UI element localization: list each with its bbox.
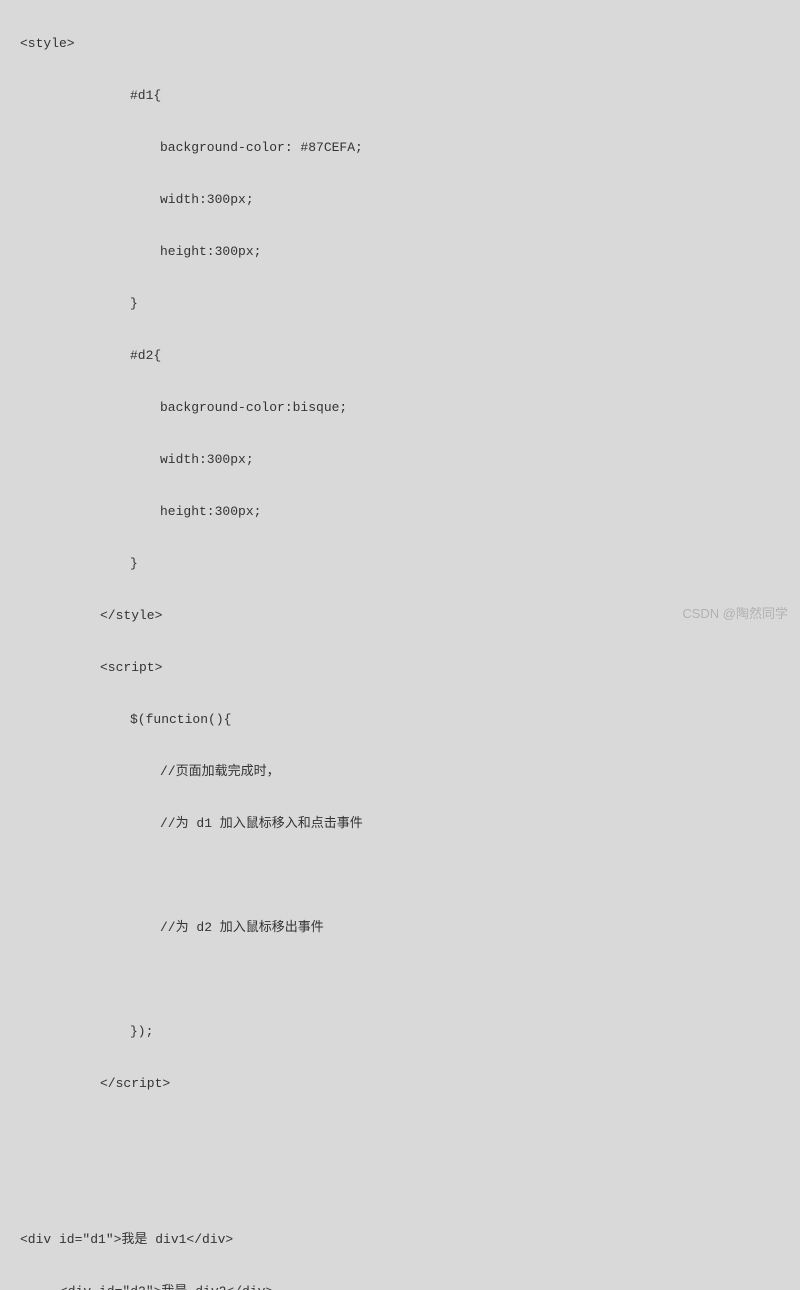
code-line: }); <box>0 1019 800 1045</box>
code-line: <div id="d1">我是 div1</div> <box>0 1227 800 1253</box>
code-line: background-color:bisque; <box>0 395 800 421</box>
watermark: CSDN @陶然同学 <box>682 601 788 627</box>
code-line: <script> <box>0 655 800 681</box>
code-line: height:300px; <box>0 239 800 265</box>
code-line: height:300px; <box>0 499 800 525</box>
code-comment: //页面加载完成时， <box>0 759 800 785</box>
code-comment: //为 d2 加入鼠标移出事件 <box>0 915 800 941</box>
blank-line <box>0 863 800 889</box>
code-line: </script> <box>0 1071 800 1097</box>
code-line: $(function(){ <box>0 707 800 733</box>
code-line: </style> <box>0 603 800 629</box>
code-comment: //为 d1 加入鼠标移入和点击事件 <box>0 811 800 837</box>
blank-line <box>0 967 800 993</box>
code-block: <style> #d1{ background-color: #87CEFA; … <box>0 0 800 1290</box>
code-line: } <box>0 291 800 317</box>
code-line: width:300px; <box>0 187 800 213</box>
code-line: } <box>0 551 800 577</box>
code-line: #d1{ <box>0 83 800 109</box>
code-line: <div id="d2">我是 div2</div> <box>0 1279 800 1290</box>
code-line: background-color: #87CEFA; <box>0 135 800 161</box>
code-line: width:300px; <box>0 447 800 473</box>
blank-line <box>0 1123 800 1149</box>
code-line: #d2{ <box>0 343 800 369</box>
code-line: <style> <box>0 31 800 57</box>
blank-line <box>0 1175 800 1201</box>
